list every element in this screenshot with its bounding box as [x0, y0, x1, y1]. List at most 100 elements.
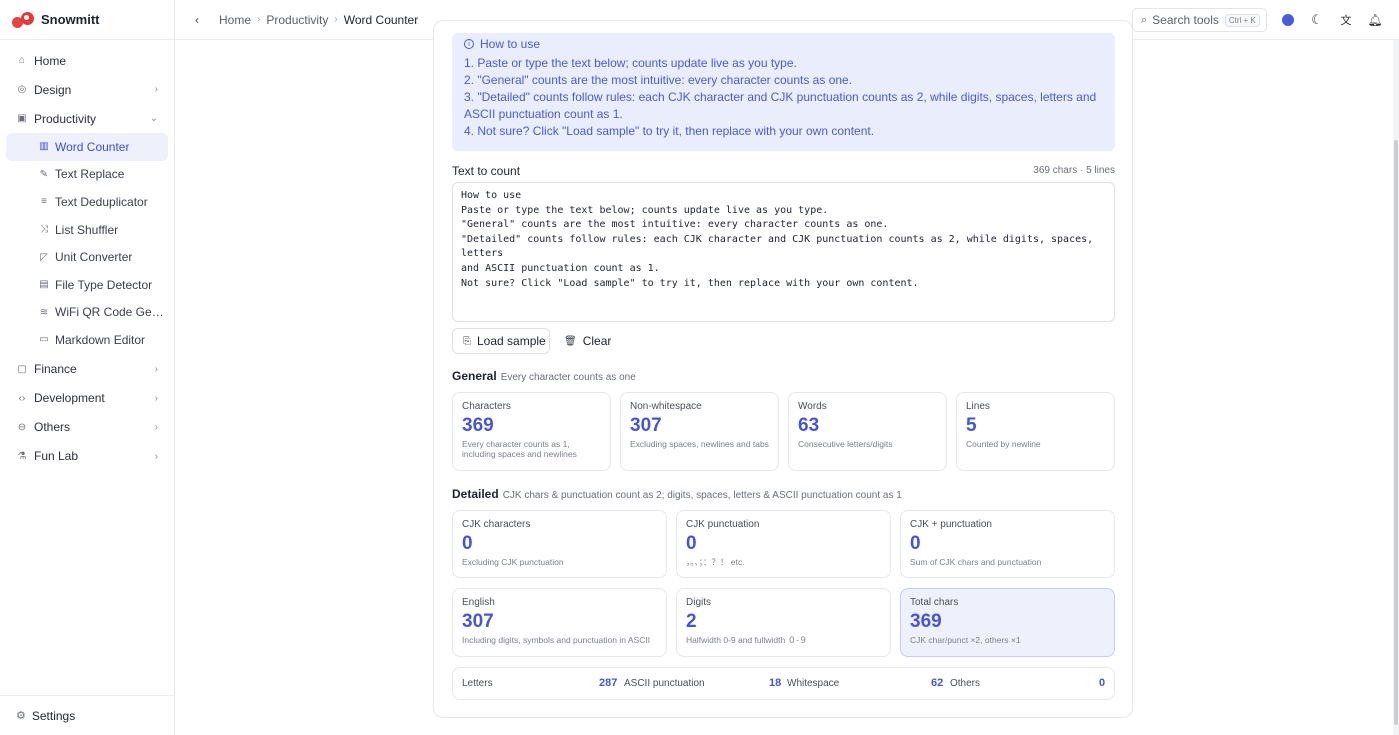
how-to-use-panel: i How to use 1. Paste or type the text b…	[452, 33, 1115, 151]
back-arrow-icon[interactable]: ‹	[195, 13, 209, 27]
code-icon: ‹›	[18, 392, 26, 404]
clear-button[interactable]: 🗑︎ Clear	[564, 328, 624, 354]
sidebar-item-development[interactable]: ‹› Development ›	[0, 384, 174, 413]
stat-hint: Counted by newline	[966, 439, 1041, 449]
search-placeholder: Search tools	[1152, 13, 1219, 27]
stat-digits: Digits 2 Halfwidth 0-9 and fullwidth ０-９	[676, 588, 891, 657]
app-title: Snowmitt	[41, 12, 100, 27]
breakdown-label-whitespace: Whitespace	[787, 678, 840, 689]
filter-icon: ≡	[41, 196, 47, 208]
general-desc: Every character counts as one	[500, 372, 636, 383]
stat-hint: Excluding spaces, newlines and tabs	[630, 439, 769, 449]
chevron-right-icon: ›	[257, 14, 261, 25]
stat-value: 307	[630, 415, 662, 436]
how-to-line: 1. Paste or type the text below; counts …	[464, 56, 797, 70]
stat-english: English 307 Including digits, symbols an…	[452, 588, 667, 657]
sidebar-item-label: Unit Converter	[55, 250, 133, 265]
page-scrollbar[interactable]	[1393, 40, 1399, 735]
general-title: General	[452, 369, 497, 383]
sidebar-item-settings[interactable]: ⚙ Settings	[0, 695, 174, 735]
sidebar-item-label: Fun Lab	[34, 449, 79, 464]
sidebar-item-finance[interactable]: ▢ Finance ›	[0, 355, 174, 384]
stat-value: 0	[910, 533, 921, 554]
breakdown-value-letters: 287	[599, 677, 618, 689]
breakdown-value-ascii-punctuation: 18	[769, 677, 782, 689]
breadcrumb-home[interactable]: Home	[219, 13, 251, 27]
sidebar-item-file-type-detector[interactable]: ▤ File Type Detector	[6, 271, 168, 299]
stat-value: 369	[462, 415, 494, 436]
sidebar-item-others[interactable]: ⊖ Others ›	[0, 413, 174, 442]
bell-icon[interactable]: 🔔︎	[1367, 12, 1383, 28]
wifi-icon: ≋	[39, 306, 49, 318]
sidebar-item-wifi-qr[interactable]: ≋ WiFi QR Code Gener...	[6, 299, 168, 327]
sidebar-item-unit-converter[interactable]: ◸ Unit Converter	[6, 243, 168, 271]
top-actions: ⌕ Search tools Ctrl + K ☾ 文 🔔︎	[1132, 8, 1383, 32]
breadcrumb: Home › Productivity › Word Counter	[219, 13, 418, 27]
settings-label: Settings	[31, 708, 76, 723]
sidebar-item-fun-lab[interactable]: ⚗ Fun Lab ›	[0, 442, 174, 471]
ruler-icon: ◸	[40, 251, 48, 263]
breakdown-label-letters: Letters	[462, 678, 493, 689]
stat-hint: ，。、；：？！ etc.	[686, 557, 745, 567]
load-sample-label: Load sample	[477, 334, 546, 348]
gear-icon: ⚙	[16, 710, 26, 722]
stat-hint: CJK char/punct ×2, others ×1	[910, 635, 1021, 645]
text-input[interactable]: How to use Paste or type the text below;…	[452, 182, 1115, 322]
search-button[interactable]: ⌕ Search tools Ctrl + K	[1132, 8, 1267, 32]
shuffle-icon: ⤨	[40, 224, 48, 236]
sidebar-item-design[interactable]: ◎ Design ›	[0, 75, 174, 104]
wallet-icon: ▢	[17, 363, 27, 375]
stat-label: CJK punctuation	[686, 519, 760, 530]
how-to-line: 2. "General" counts are the most intuiti…	[464, 73, 853, 87]
sidebar-item-label: Home	[34, 53, 67, 68]
stat-value: 0	[462, 533, 473, 554]
stat-cjk-plus-punctuation: CJK + punctuation 0 Sum of CJK chars and…	[900, 510, 1115, 578]
how-to-line: 4. Not sure? Click "Load sample" to try …	[464, 124, 875, 138]
chevron-right-icon: ›	[334, 14, 338, 25]
sidebar-item-label: List Shuffler	[55, 222, 119, 237]
load-sample-button[interactable]: ⎘ Load sample	[452, 328, 550, 354]
detailed-heading: Detailed CJK chars & punctuation count as…	[452, 487, 902, 501]
input-meta: 369 chars · 5 lines	[1033, 165, 1115, 176]
sidebar-item-label: Development	[34, 391, 105, 406]
sidebar-item-word-counter[interactable]: ▥ Word Counter	[6, 133, 168, 161]
stat-characters: Characters 369 Every character counts as…	[452, 392, 611, 471]
moon-icon[interactable]: ☾	[1309, 12, 1325, 28]
sidebar-item-list-shuffler[interactable]: ⤨ List Shuffler	[6, 216, 168, 244]
how-to-title: i How to use	[464, 37, 1103, 51]
stat-value: 63	[798, 415, 820, 436]
theme-color-button[interactable]	[1280, 12, 1296, 28]
sidebar-item-label: WiFi QR Code Gener...	[55, 305, 168, 320]
sidebar-item-home[interactable]: ⌂ Home	[0, 46, 174, 75]
stat-value: 307	[462, 611, 494, 632]
sidebar-item-label: Text Replace	[55, 167, 125, 182]
sidebar-item-text-deduplicator[interactable]: ≡ Text Deduplicator	[6, 188, 168, 216]
sidebar-item-text-replace[interactable]: ✎ Text Replace	[6, 161, 168, 189]
chevron-down-icon: ⌄	[149, 113, 158, 124]
stat-label: English	[462, 597, 495, 608]
stat-value: 0	[686, 533, 697, 554]
chart-icon: ▥	[39, 141, 49, 153]
chevron-right-icon: ›	[154, 363, 158, 375]
stat-label: CJK + punctuation	[910, 519, 992, 530]
sidebar-item-markdown-editor[interactable]: ▭ Markdown Editor	[6, 326, 168, 354]
translate-icon[interactable]: 文	[1338, 12, 1354, 28]
stat-label: Characters	[462, 401, 511, 412]
info-icon: i	[464, 39, 474, 49]
palette-icon: ◎	[17, 84, 27, 95]
breadcrumb-productivity[interactable]: Productivity	[266, 13, 328, 27]
word-counter-card: i How to use 1. Paste or type the text b…	[433, 20, 1133, 718]
search-icon: ⌕	[1141, 13, 1148, 26]
how-to-line: 3. "Detailed" counts follow rules: each …	[464, 90, 1097, 121]
scrollbar-thumb[interactable]	[1394, 140, 1398, 725]
breadcrumb-current: Word Counter	[343, 12, 419, 27]
app-logo[interactable]: Snowmitt	[0, 0, 174, 40]
stat-words: Words 63 Consecutive letters/digits	[788, 392, 947, 471]
clear-label: Clear	[582, 334, 612, 348]
sidebar-item-productivity[interactable]: ▣ Productivity ⌄	[0, 104, 174, 133]
breakdown-value-others: 0	[1099, 677, 1106, 689]
stat-label: Non-whitespace	[630, 401, 702, 412]
stat-label: Total chars	[910, 597, 959, 608]
dots-circle-icon: ⊖	[17, 421, 27, 433]
briefcase-icon: ▣	[17, 113, 27, 124]
